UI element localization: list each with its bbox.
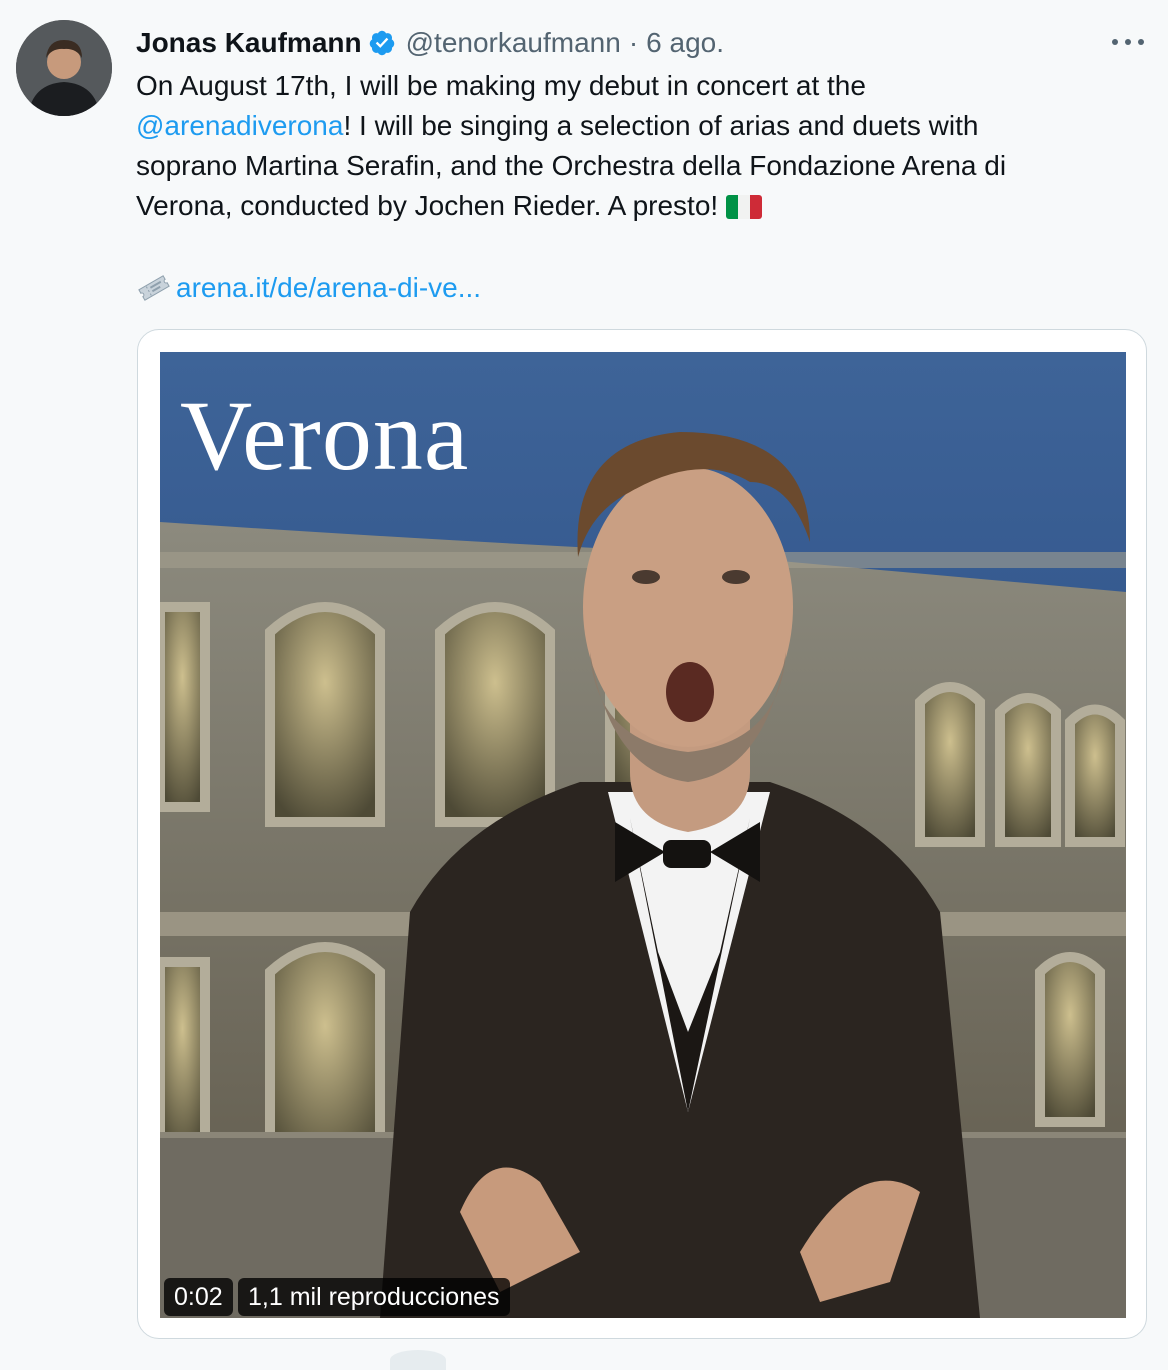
tweet-text-segment: Verona, conducted by Jochen Rieder. A pr…: [136, 190, 719, 221]
video-views-badge: 1,1 mil reproducciones: [238, 1278, 510, 1316]
more-options-icon[interactable]: [1112, 34, 1144, 50]
external-link-row: arena.it/de/arena-di-ve...: [136, 268, 481, 308]
media-card[interactable]: Verona 0:02 1,1 mil reproducciones: [137, 329, 1147, 1339]
author-name[interactable]: Jonas Kaufmann: [136, 27, 362, 59]
video-thumbnail: [160, 352, 1126, 1318]
tweet-header: Jonas Kaufmann @tenorkaufmann · 6 ago.: [136, 22, 724, 64]
video-duration-badge: 0:02: [164, 1278, 233, 1316]
next-tweet-avatar-edge: [390, 1350, 446, 1370]
tweet-text: On August 17th, I will be making my debu…: [136, 66, 1126, 226]
tweet-text-segment: ! I will be singing a selection of arias…: [343, 110, 979, 141]
italy-flag-emoji: [726, 195, 763, 219]
tweet-text-line: Verona, conducted by Jochen Rieder. A pr…: [136, 186, 1126, 226]
tweet-timestamp[interactable]: 6 ago.: [646, 27, 724, 59]
tweet-text-line: soprano Martina Serafin, and the Orchest…: [136, 150, 1007, 181]
verified-badge-icon: [369, 30, 394, 56]
author-handle[interactable]: @tenorkaufmann: [406, 27, 621, 59]
header-separator: ·: [628, 27, 639, 58]
video-overlay-title: Verona: [180, 380, 470, 491]
avatar-image: [16, 20, 112, 116]
tweet[interactable]: Jonas Kaufmann @tenorkaufmann · 6 ago. O…: [0, 0, 1168, 1370]
tweet-text-line: @arenadiverona! I will be singing a sele…: [136, 106, 1126, 146]
external-link[interactable]: arena.it/de/arena-di-ve...: [176, 272, 481, 304]
author-avatar[interactable]: [16, 20, 112, 116]
ticket-emoji: [138, 275, 170, 301]
tweet-text-line: On August 17th, I will be making my debu…: [136, 70, 866, 101]
video-player[interactable]: Verona 0:02 1,1 mil reproducciones: [160, 352, 1126, 1318]
mention-link[interactable]: @arenadiverona: [136, 110, 343, 141]
